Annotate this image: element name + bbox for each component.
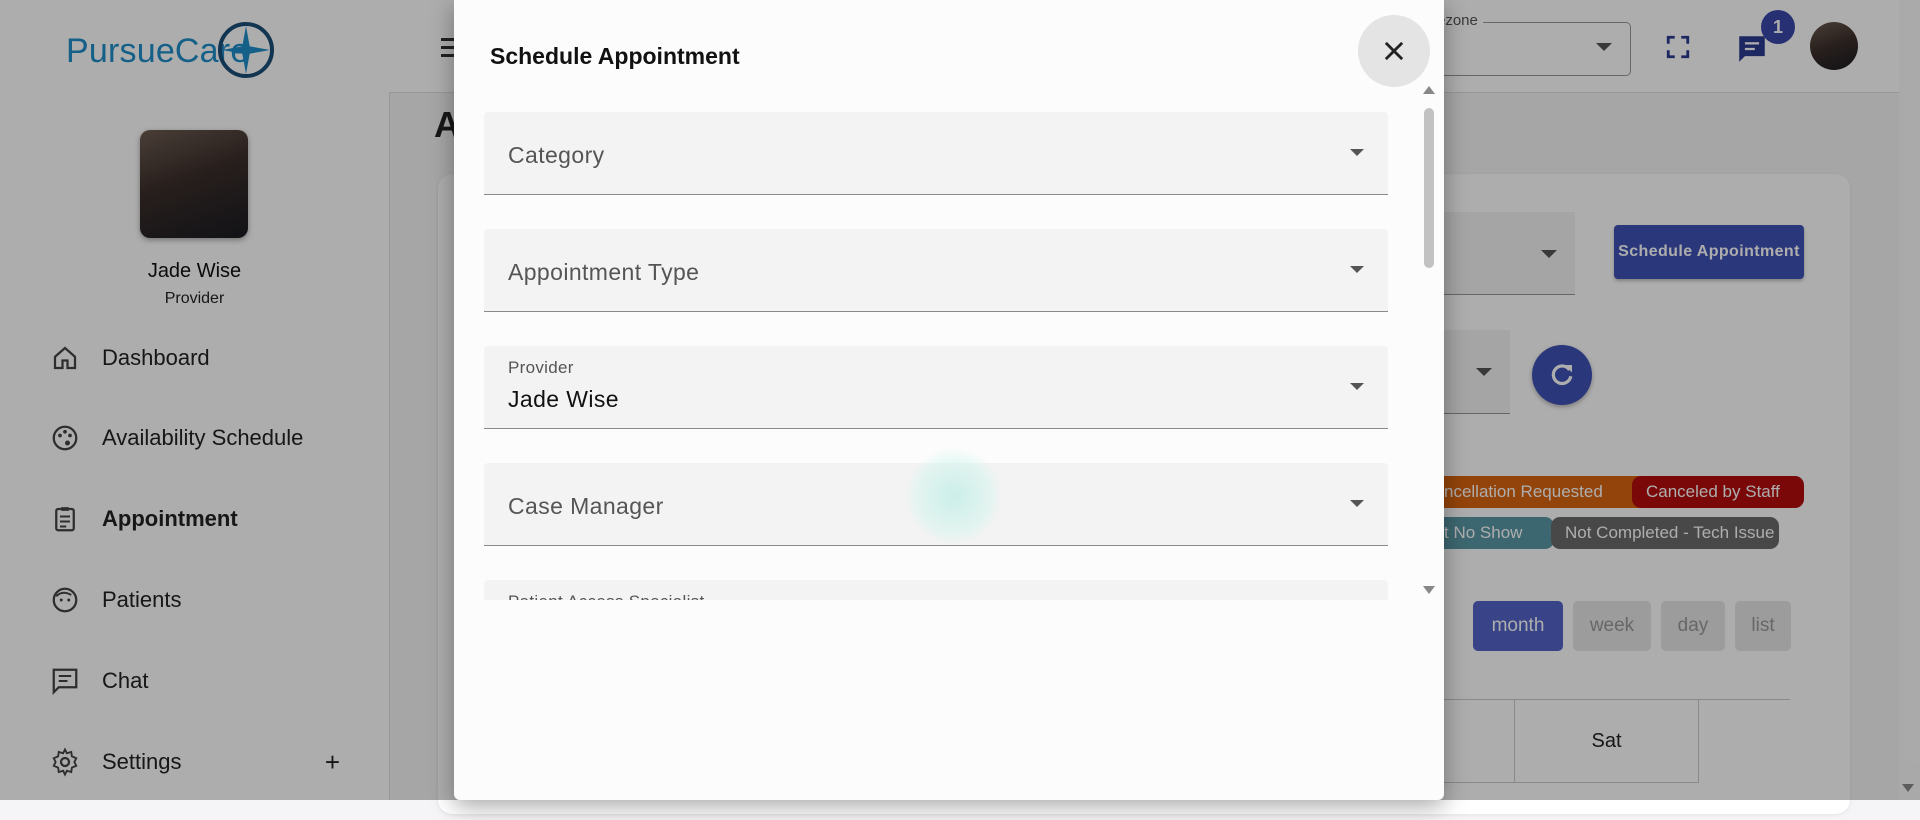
chevron-down-icon	[1350, 266, 1364, 273]
scroll-down-arrow[interactable]	[1423, 586, 1435, 594]
chevron-down-icon	[1350, 500, 1364, 507]
close-button[interactable]	[1358, 15, 1430, 87]
field-value: Jade Wise	[508, 386, 619, 412]
chevron-down-icon	[1350, 149, 1364, 156]
field-label: Provider	[508, 358, 574, 377]
provider-select[interactable]: Provider Jade Wise	[484, 346, 1388, 429]
field-label: Case Manager	[508, 493, 664, 519]
schedule-appointment-dialog: Schedule Appointment Category Appointmen…	[454, 0, 1444, 800]
click-ripple	[906, 448, 1002, 544]
scroll-up-arrow[interactable]	[1423, 86, 1435, 94]
close-icon	[1384, 41, 1404, 61]
category-select[interactable]: Category	[484, 112, 1388, 195]
chevron-down-icon	[1350, 383, 1364, 390]
dialog-title: Schedule Appointment	[490, 43, 740, 69]
patient-access-specialist-select[interactable]: Patient Access Specialist	[484, 580, 1388, 600]
field-label: Category	[508, 142, 605, 168]
dialog-body: Category Appointment Type Provider Jade …	[454, 92, 1444, 600]
field-label: Appointment Type	[508, 259, 700, 285]
dialog-scrollbar[interactable]	[1420, 82, 1438, 602]
appointment-type-select[interactable]: Appointment Type	[484, 229, 1388, 312]
scroll-thumb[interactable]	[1424, 108, 1434, 268]
field-label: Patient Access Specialist	[508, 592, 704, 600]
